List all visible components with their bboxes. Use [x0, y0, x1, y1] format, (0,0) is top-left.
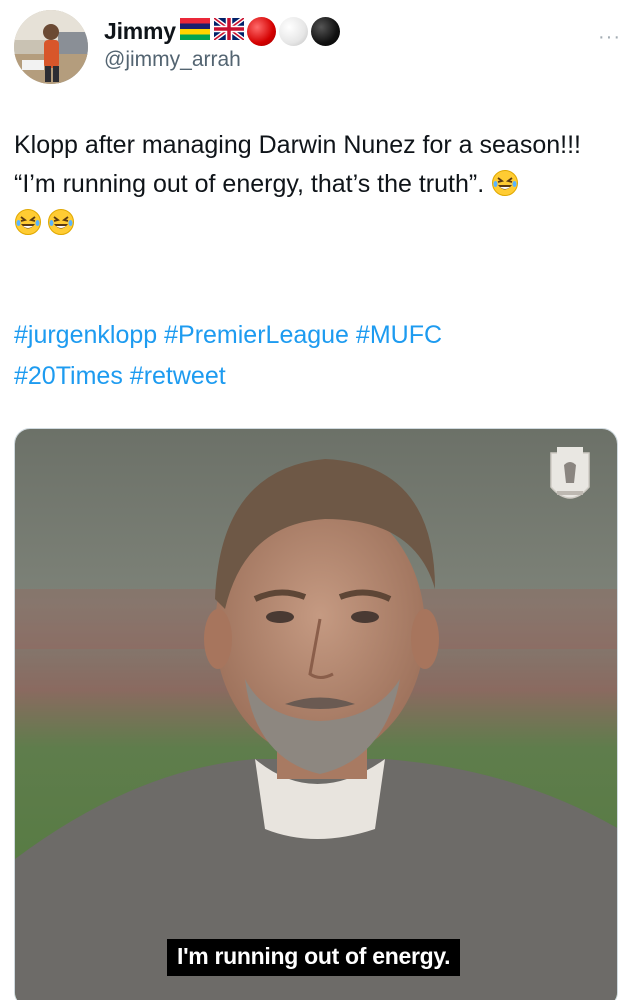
tweet-media-image[interactable]: I'm running out of energy.: [14, 428, 618, 1000]
display-name[interactable]: Jimmy: [104, 18, 176, 45]
tweet-quote: “I’m running out of energy, that’s the t…: [14, 170, 485, 198]
tweet-card: Jimmy @jimmy_arrah ··· Klopp after manag…: [0, 0, 637, 1000]
rolling-on-floor-laughing-icon: [491, 169, 519, 197]
tweet-header: Jimmy @jimmy_arrah: [104, 14, 340, 72]
uk-flag-icon: [212, 15, 246, 45]
hashtag-link[interactable]: #PremierLeague: [164, 321, 349, 349]
black-circle-icon: [310, 16, 340, 46]
white-circle-icon: [278, 16, 308, 46]
tweet-line-2: “I’m running out of energy, that’s the t…: [14, 165, 614, 204]
red-circle-icon: [246, 16, 276, 46]
tweet-emoji-line: [14, 204, 614, 243]
video-still: [15, 429, 617, 1000]
hashtag-link[interactable]: #MUFC: [356, 321, 442, 349]
ellipsis-icon[interactable]: ···: [598, 26, 621, 49]
hashtag-link[interactable]: #retweet: [130, 362, 226, 390]
avatar[interactable]: [14, 10, 88, 84]
tweet-text: Klopp after managing Darwin Nunez for a …: [14, 126, 614, 243]
rolling-on-floor-laughing-icon: [47, 208, 75, 236]
rolling-on-floor-laughing-icon: [14, 208, 42, 236]
hashtag-list: #jurgenklopp #PremierLeague #MUFC #20Tim…: [14, 315, 614, 397]
user-handle[interactable]: @jimmy_arrah: [104, 48, 340, 72]
name-row: Jimmy: [104, 14, 340, 48]
profile-photo: [14, 10, 88, 84]
liverpool-crest-icon: [550, 447, 590, 499]
tweet-line-1: Klopp after managing Darwin Nunez for a …: [14, 131, 581, 159]
hashtag-link[interactable]: #jurgenklopp: [14, 321, 157, 349]
mauritius-flag-icon: [179, 17, 210, 45]
video-subtitle: I'm running out of energy.: [167, 939, 461, 976]
hashtag-link[interactable]: #20Times: [14, 362, 123, 390]
